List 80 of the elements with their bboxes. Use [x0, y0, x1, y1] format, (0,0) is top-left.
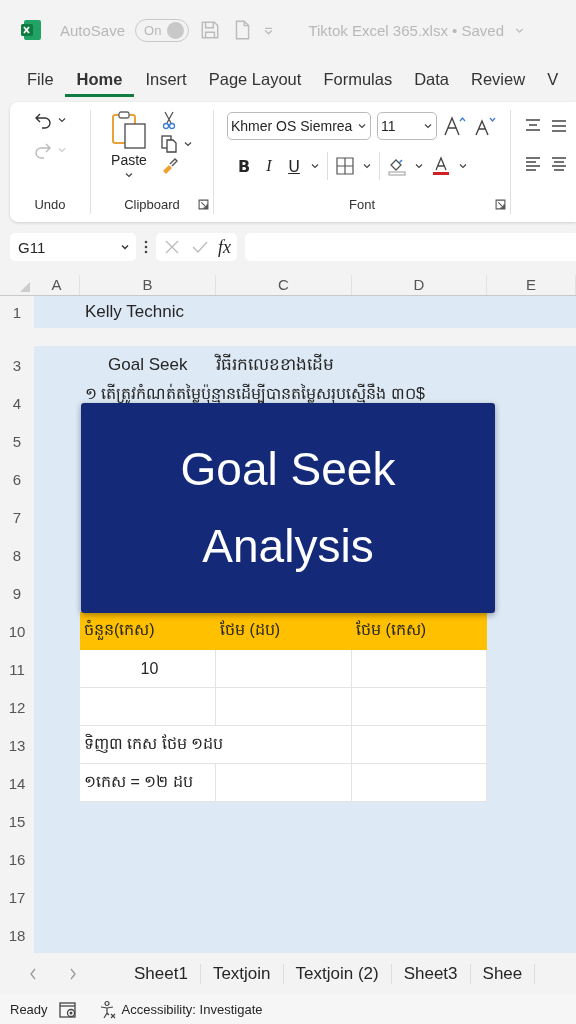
caret-icon[interactable]: [183, 139, 193, 149]
underline-button[interactable]: U: [285, 156, 303, 176]
row-header[interactable]: 16: [0, 840, 34, 878]
sheet-tab[interactable]: Sheet3: [391, 964, 471, 984]
row-header[interactable]: 9: [0, 574, 34, 612]
table-cell: 10: [80, 650, 216, 688]
status-text: Ready: [10, 1002, 48, 1017]
table-header-cell: ថែម (ដប): [216, 612, 352, 650]
sheet-tab[interactable]: Shee: [470, 964, 536, 984]
name-box[interactable]: G11: [10, 233, 136, 261]
dialog-launcher-icon[interactable]: [198, 199, 209, 210]
font-name-dropdown[interactable]: Khmer OS Siemrea: [227, 112, 371, 140]
row-header[interactable]: 11: [0, 650, 34, 688]
table-header-cell: ថែម (កេស): [352, 612, 487, 650]
ribbon-tab[interactable]: File: [16, 63, 65, 97]
ribbon-tab[interactable]: Page Layout: [197, 63, 313, 97]
font-color-icon[interactable]: [431, 156, 451, 176]
row-header[interactable]: 7: [0, 498, 34, 536]
caret-icon[interactable]: [414, 161, 424, 171]
table-header-cell: ចំនួន(កេស): [80, 612, 216, 650]
more-icon[interactable]: [144, 239, 148, 255]
caret-icon[interactable]: [124, 170, 134, 180]
decrease-font-icon[interactable]: [473, 115, 497, 137]
row-header[interactable]: 14: [0, 764, 34, 802]
row-header[interactable]: 6: [0, 460, 34, 498]
ribbon-tab[interactable]: Formulas: [312, 63, 404, 97]
dialog-launcher-icon[interactable]: [495, 199, 506, 210]
fill-bucket-icon[interactable]: [387, 156, 407, 176]
borders-icon[interactable]: [335, 156, 355, 176]
clipboard-icon[interactable]: [111, 110, 147, 150]
excel-logo-icon: [20, 19, 42, 41]
sheet-text: Goal Seek: [107, 355, 188, 375]
row-header[interactable]: 17: [0, 878, 34, 916]
sheet-tab[interactable]: Sheet1: [122, 964, 201, 984]
align-center-icon[interactable]: [549, 154, 569, 174]
caret-icon[interactable]: [357, 121, 367, 131]
paste-button[interactable]: Paste: [111, 152, 147, 168]
table-cell: ១កេស = ១២ ដប: [80, 764, 216, 802]
window-title: Tiktok Excel 365.xlsx • Saved: [308, 21, 504, 39]
ribbon-tab[interactable]: Home: [64, 63, 135, 97]
row-header[interactable]: 10: [0, 612, 34, 650]
sheet-tab[interactable]: Textjoin: [200, 964, 284, 984]
row-header[interactable]: 5: [0, 422, 34, 460]
ribbon-tab[interactable]: Review: [460, 63, 537, 97]
increase-font-icon[interactable]: [443, 115, 467, 137]
title-text: Goal Seek: [180, 444, 396, 495]
ribbon-tab[interactable]: Insert: [134, 63, 198, 97]
insert-function-button[interactable]: fx: [218, 236, 231, 258]
copy-icon[interactable]: [159, 134, 179, 154]
caret-icon[interactable]: [423, 121, 433, 131]
row-header[interactable]: 4: [0, 384, 34, 422]
row-header[interactable]: 3: [0, 346, 34, 384]
group-label: Clipboard: [124, 197, 180, 214]
row-header[interactable]: 12: [0, 688, 34, 726]
italic-button[interactable]: I: [260, 157, 278, 175]
sheet-text: វិធីរកលេខខាងដើម: [216, 352, 334, 376]
row-header[interactable]: 1: [0, 296, 34, 328]
row-header[interactable]: 8: [0, 536, 34, 574]
sheet-text: ១ តើត្រូវកំណត់តម្លៃប៉ុន្មានដើម្បីបានតម្លៃសរុបស្មើនឹង ៣០$: [85, 384, 425, 405]
sheet-tab[interactable]: Textjoin (2): [283, 964, 392, 984]
caret-icon[interactable]: [362, 161, 372, 171]
row-header[interactable]: 15: [0, 802, 34, 840]
group-label: Font: [349, 197, 375, 214]
row-header[interactable]: 18: [0, 916, 34, 953]
group-label: Undo: [34, 197, 66, 214]
caret-icon[interactable]: [458, 161, 468, 171]
align-left-icon[interactable]: [523, 154, 543, 174]
bold-button[interactable]: B: [235, 156, 253, 176]
font-size-dropdown[interactable]: 11: [377, 112, 437, 140]
accessibility-status[interactable]: Accessibility: Investigate: [121, 1002, 263, 1017]
title-text: Analysis: [202, 521, 374, 572]
caret-icon[interactable]: [310, 161, 320, 171]
ribbon-tab[interactable]: Data: [403, 63, 460, 97]
row-header[interactable]: 13: [0, 726, 34, 764]
sheet-text: Kelly Technic: [85, 302, 184, 322]
ribbon-tab[interactable]: V: [536, 63, 570, 97]
caret-icon[interactable]: [57, 115, 67, 125]
autosave-label: AutoSave: [60, 21, 126, 39]
table-cell: ទិញ៣ កេស ថែម ១ដប: [80, 726, 352, 764]
macro-recording-icon[interactable]: [57, 999, 78, 1020]
